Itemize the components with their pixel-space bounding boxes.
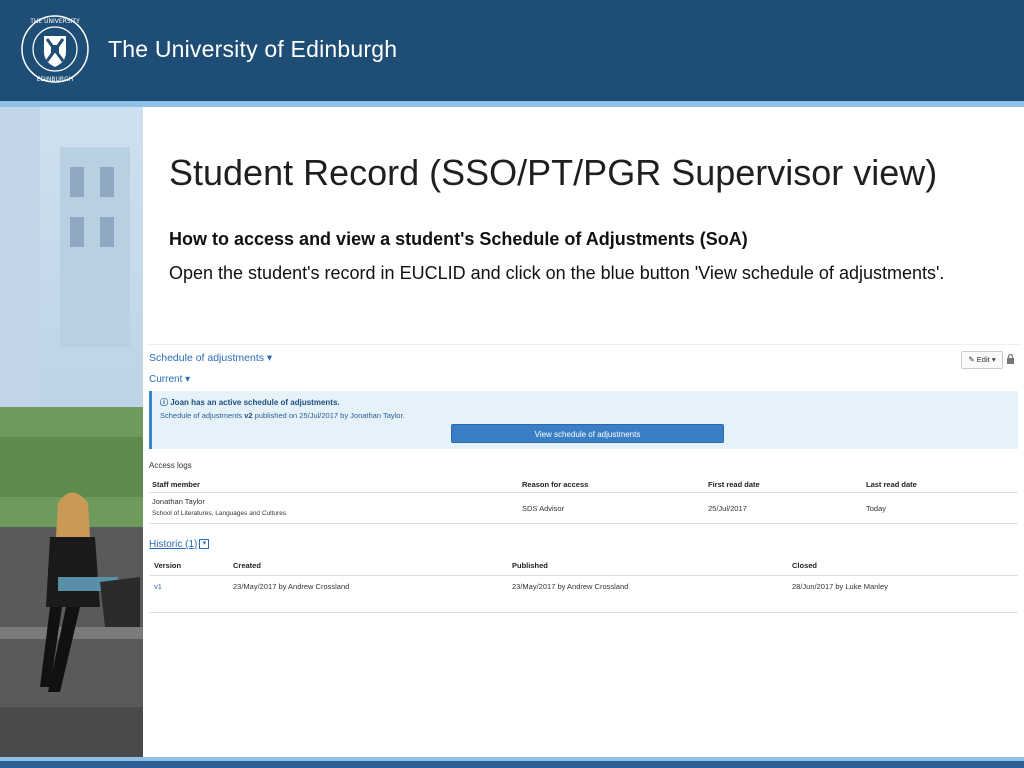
last-read-date: Today (866, 504, 887, 513)
chevron-down-icon: ▾ (266, 352, 273, 364)
euclid-screenshot: Schedule of adjustments ▾ ✎ Edit ▾ Curre… (146, 344, 1022, 616)
section-label: Schedule of adjustments (149, 352, 264, 364)
edit-button[interactable]: ✎ Edit ▾ (961, 351, 1003, 369)
soa-published-text: published on 25/Jul/2017 by Jonathan Tay… (254, 411, 405, 420)
view-schedule-button[interactable]: View schedule of adjustments (451, 424, 724, 443)
chevron-down-icon: ▾ (199, 539, 210, 550)
published-cell: 23/May/2017 by Andrew Crossland (512, 582, 629, 591)
current-label: Current (149, 374, 183, 385)
access-logs-label: Access logs (149, 461, 192, 470)
column-header: Reason for access (522, 480, 589, 489)
university-name: The University of Edinburgh (108, 36, 398, 62)
slide-body-text: Open the student's record in EUCLID and … (169, 263, 945, 283)
staff-member: Jonathan Taylor (152, 497, 205, 506)
divider (149, 575, 1018, 576)
column-header: Published (512, 561, 548, 570)
historic-label: Historic (1) (149, 539, 198, 550)
active-soa-info-box: ⓘ Joan has an active schedule of adjustm… (149, 391, 1018, 449)
header-stripe (0, 101, 1024, 107)
lock-icon (1007, 354, 1014, 364)
divider (146, 344, 1022, 345)
svg-text:THE UNIVERSITY: THE UNIVERSITY (29, 18, 80, 25)
closed-cell: 28/Jun/2017 by Luke Manley (792, 582, 888, 591)
column-header: Closed (792, 561, 818, 570)
schedule-of-adjustments-toggle[interactable]: Schedule of adjustments ▾ (149, 352, 272, 364)
divider (149, 523, 1018, 524)
pencil-icon: ✎ (968, 355, 975, 364)
historic-toggle[interactable]: Historic (1) ▾ (149, 539, 210, 550)
footer-stripe (0, 757, 1024, 768)
column-header: Version (154, 561, 182, 570)
divider (149, 492, 1018, 493)
soa-version: v2 (244, 411, 253, 420)
column-header: First read date (708, 480, 760, 489)
column-header: Last read date (866, 480, 917, 489)
header-banner: THE UNIVERSITY EDINBURGH The University … (0, 0, 1024, 101)
edit-label: Edit (976, 355, 990, 364)
version-link[interactable]: v1 (154, 582, 162, 591)
info-published-line: Schedule of adjustments v2 published on … (160, 411, 405, 420)
current-toggle[interactable]: Current ▾ (149, 374, 190, 385)
svg-text:EDINBURGH: EDINBURGH (37, 76, 74, 83)
column-header: Created (233, 561, 261, 570)
soa-link[interactable]: Schedule of adjustments (160, 411, 242, 420)
chevron-down-icon: ▾ (185, 374, 191, 385)
column-header: Staff member (152, 480, 200, 489)
caret-down-icon: ▾ (991, 355, 996, 364)
decorative-photo (0, 107, 143, 757)
university-crest-icon: THE UNIVERSITY EDINBURGH (21, 15, 89, 83)
info-icon: ⓘ (160, 398, 168, 407)
reason-for-access: SDS Advisor (522, 504, 565, 513)
info-headline: ⓘ Joan has an active schedule of adjustm… (160, 398, 340, 407)
divider (149, 612, 1018, 613)
slide-subheading: How to access and view a student's Sched… (169, 229, 748, 249)
first-read-date: 25/Jul/2017 (708, 504, 747, 513)
slide-title: Student Record (SSO/PT/PGR Supervisor vi… (169, 152, 938, 193)
staff-school: School of Literatures, Languages and Cul… (152, 510, 287, 517)
created-cell: 23/May/2017 by Andrew Crossland (233, 582, 350, 591)
